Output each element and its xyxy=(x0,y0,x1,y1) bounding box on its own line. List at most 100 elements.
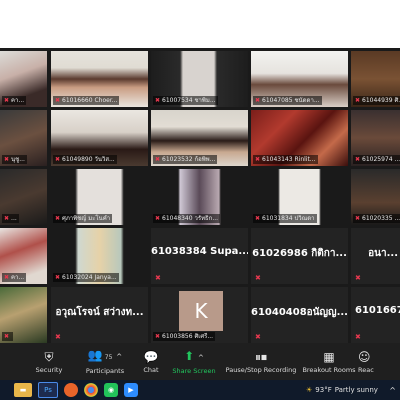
participant-caption: ✖ คา... xyxy=(2,273,27,282)
participant-tile[interactable]: 61040408อนัญญ... ✖ xyxy=(251,287,348,343)
zoom-icon[interactable]: ▶ xyxy=(124,383,138,397)
participant-name: 61007534 ชาพิม... xyxy=(162,97,216,104)
recording-button[interactable]: ⏸⏹ Pause/Stop Recording xyxy=(222,343,300,380)
participant-name: 61031834 ปวิณดา xyxy=(262,215,315,222)
participant-name: 61038384 Supa... xyxy=(151,246,248,257)
chat-label: Chat xyxy=(143,365,159,374)
mic-muted-icon: ✖ xyxy=(255,333,261,341)
participant-name: 61003856 ศิเศรี... xyxy=(162,333,214,340)
participant-tile[interactable]: ✖ นุชู... xyxy=(0,110,47,166)
breakout-rooms-button[interactable]: ▦ Breakout Rooms xyxy=(300,343,358,380)
participant-tile[interactable]: ✖ 61007534 ชาพิม... xyxy=(151,51,248,107)
share-screen-button[interactable]: ⬆ ^ Share Screen xyxy=(166,343,222,380)
mic-muted-icon: ✖ xyxy=(355,333,361,341)
grid-icon: ▦ xyxy=(323,349,335,364)
chevron-up-icon[interactable]: ^ xyxy=(198,354,204,362)
line-icon[interactable]: ◉ xyxy=(104,383,118,397)
reactions-button[interactable]: ☺ Reac xyxy=(358,343,400,380)
participant-caption: ✖ 61003856 ศิเศรี... xyxy=(153,332,216,341)
participant-tile[interactable]: อนา... ✖ xyxy=(351,228,400,284)
participant-tile[interactable]: ✖ 61043143 Rinlit... xyxy=(251,110,348,166)
participant-tile[interactable]: 61038384 Supa... ✖ xyxy=(151,228,248,284)
participant-caption: ✖ 61025974 ... xyxy=(353,155,400,164)
mic-muted-icon: ✖ xyxy=(55,274,61,281)
participant-name: อวุณโรจน์ สว่างท... xyxy=(55,307,144,318)
mic-muted-icon: ✖ xyxy=(155,156,161,163)
participant-tile[interactable]: ✖... xyxy=(0,169,47,225)
breakout-rooms-label: Breakout Rooms xyxy=(302,365,356,374)
tray-chevron-icon[interactable]: ^ xyxy=(389,380,396,400)
participant-tile[interactable]: ✖ xyxy=(0,287,47,343)
mic-muted-icon: ✖ xyxy=(355,156,361,163)
participant-tile[interactable]: ✖ 61023532 ก้อพิพ... xyxy=(151,110,248,166)
share-screen-label: Share Screen xyxy=(172,366,216,375)
chat-icon: 💬 xyxy=(143,349,159,364)
chat-button[interactable]: 💬 Chat xyxy=(136,343,166,380)
participant-tile[interactable]: 6101667... ✖ xyxy=(351,287,400,343)
security-button[interactable]: ⛨ Security xyxy=(24,343,74,380)
mic-muted-icon: ✖ xyxy=(255,274,261,282)
participant-name: 61026986 กิติกา... xyxy=(252,248,347,259)
participants-button[interactable]: 👥 75 ^ Participants xyxy=(74,343,136,380)
weather-widget[interactable]: ☀ 93°F Partly sunny xyxy=(306,380,378,400)
participant-name: 61020335 ... xyxy=(362,215,400,222)
share-screen-icon: ⬆ ^ xyxy=(184,348,204,363)
participant-tile[interactable]: ✖ ศุภาพิชญ์ มะโนคำ xyxy=(51,169,148,225)
mic-muted-icon: ✖ xyxy=(55,215,61,222)
participant-tile[interactable]: ✖ 61025974 ... xyxy=(351,110,400,166)
participant-tile[interactable]: ✖ คา... xyxy=(0,51,47,107)
mic-muted-icon: ✖ xyxy=(55,333,61,341)
chrome-icon[interactable] xyxy=(84,383,98,397)
participant-tile[interactable]: ✖ 61016660 Choer... xyxy=(51,51,148,107)
participant-name: 61044939 ศิ... xyxy=(362,97,400,104)
participant-name: 61047085 ชนัดดา... xyxy=(262,97,320,104)
participant-tile[interactable]: ✖ 61032024 Janya... xyxy=(51,228,148,284)
participants-count: 75 xyxy=(104,354,113,361)
participant-caption: ✖ 61031834 ปวิณดา xyxy=(253,214,317,223)
participant-tile[interactable]: อวุณโรจน์ สว่างท... ✖ xyxy=(51,287,148,343)
participant-caption: ✖ ศุภาพิชญ์ มะโนคำ xyxy=(53,214,113,223)
reaction-icon: ☺ xyxy=(358,349,371,364)
mic-muted-icon: ✖ xyxy=(355,215,361,222)
participant-tile[interactable]: ✖ 61049890 วันวิส... xyxy=(51,110,148,166)
mic-muted-icon: ✖ xyxy=(255,97,261,104)
participant-name: 61049890 วันวิส... xyxy=(62,156,115,163)
weather-desc: Partly sunny xyxy=(334,386,378,394)
participant-caption: ✖ 61007534 ชาพิม... xyxy=(153,96,218,105)
participant-tile[interactable]: ✖ 61047085 ชนัดดา... xyxy=(251,51,348,107)
participant-name: 6101667... xyxy=(355,305,400,316)
mic-muted-icon: ✖ xyxy=(4,215,10,222)
chevron-up-icon[interactable]: ^ xyxy=(116,353,122,361)
mic-muted-icon: ✖ xyxy=(255,156,261,163)
participant-name: คา... xyxy=(11,274,25,281)
mic-muted-icon: ✖ xyxy=(155,333,161,340)
participant-caption: ✖... xyxy=(2,214,19,223)
participant-name: ... xyxy=(11,215,17,222)
participant-name: ศุภาพิชญ์ มะโนคำ xyxy=(62,215,111,222)
photoshop-icon[interactable]: Ps xyxy=(38,382,58,398)
mic-muted-icon: ✖ xyxy=(4,333,10,340)
participant-tile[interactable]: ✖ 61044939 ศิ... xyxy=(351,51,400,107)
firefox-icon[interactable] xyxy=(64,383,78,397)
participant-tile[interactable]: ✖ 61020335 ... xyxy=(351,169,400,225)
reactions-label: Reac xyxy=(358,365,374,374)
participant-caption: ✖ 61047085 ชนัดดา... xyxy=(253,96,322,105)
mic-muted-icon: ✖ xyxy=(4,156,10,163)
participant-name: คา... xyxy=(11,97,25,104)
participant-tile[interactable]: ✖ 61031834 ปวิณดา xyxy=(251,169,348,225)
participant-tile[interactable]: ✖ 61048340 วรัทธิก... xyxy=(151,169,248,225)
recording-label: Pause/Stop Recording xyxy=(225,365,297,374)
top-strip xyxy=(0,0,400,48)
file-explorer-icon[interactable]: ▬ xyxy=(14,383,32,397)
participant-tile[interactable]: 61026986 กิติกา... ✖ xyxy=(251,228,348,284)
participant-caption: ✖ 61043143 Rinlit... xyxy=(253,155,318,164)
participant-tile[interactable]: ✖ คา... xyxy=(0,228,47,284)
participant-name: อนา... xyxy=(368,248,398,259)
participant-tile[interactable]: K ✖ 61003856 ศิเศรี... xyxy=(151,287,248,343)
partly-sunny-icon: ☀ xyxy=(306,386,313,394)
participant-caption: ✖ 61020335 ... xyxy=(353,214,400,223)
participant-name: 61016660 Choer... xyxy=(62,97,118,104)
mic-muted-icon: ✖ xyxy=(255,215,261,222)
video-grid: ✖ คา... ✖ 61016660 Choer... ✖ 61007534 ชาพิ… xyxy=(0,48,400,343)
